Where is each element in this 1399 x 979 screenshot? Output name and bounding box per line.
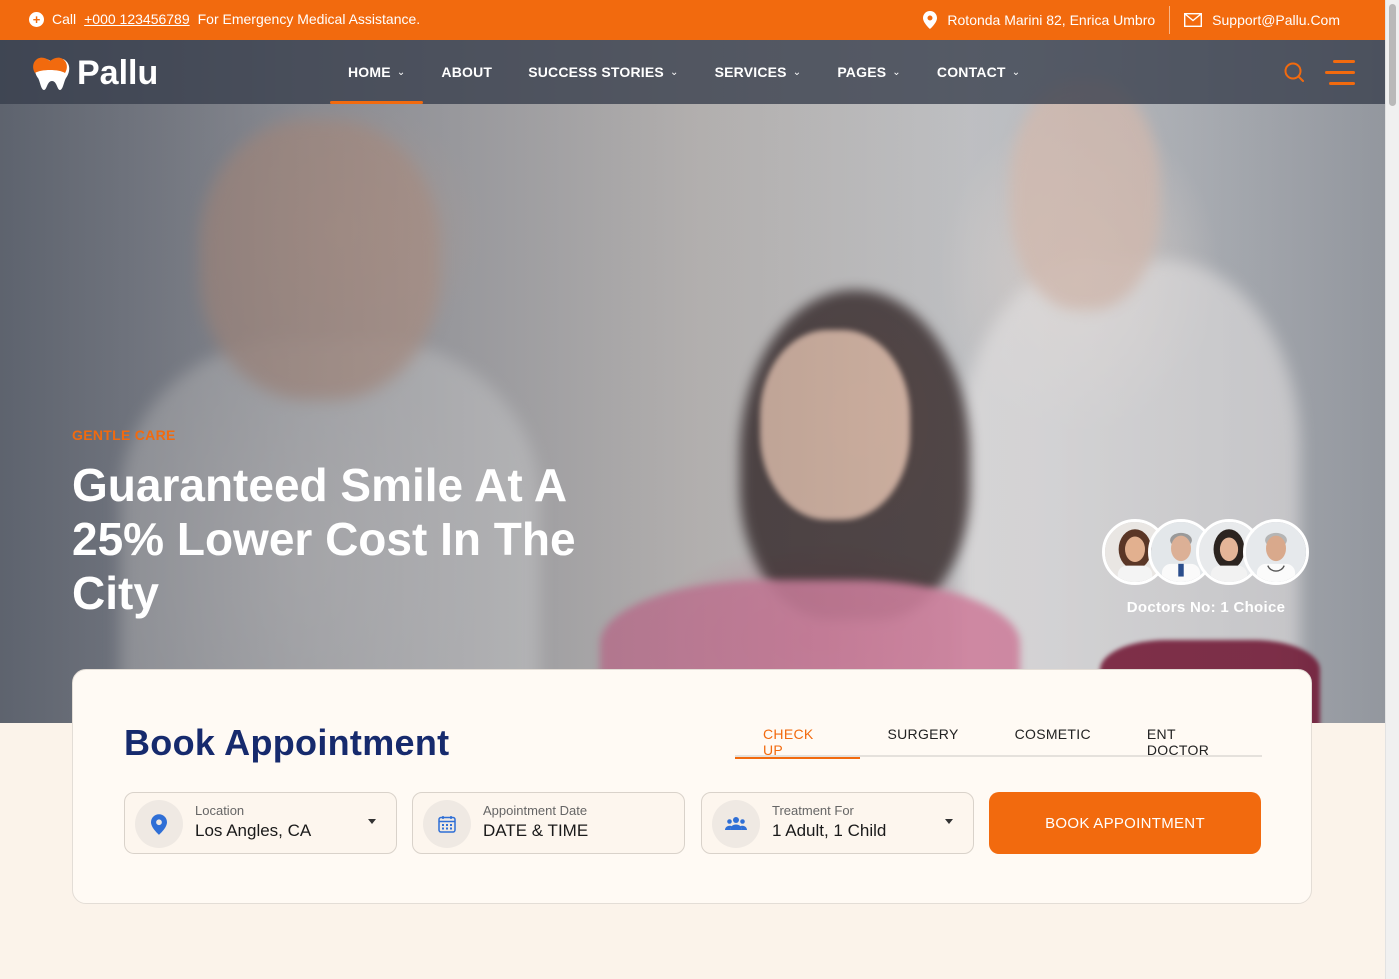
chevron-down-icon: ⌄ — [396, 66, 406, 78]
location-label: Location — [195, 803, 245, 818]
book-appointment-button[interactable]: BOOK APPOINTMENT — [989, 792, 1261, 854]
chevron-down-icon: ⌄ — [1011, 66, 1021, 78]
chevron-down-icon: ⌄ — [792, 66, 802, 78]
users-icon — [725, 817, 747, 830]
treatment-value: 1 Adult, 1 Child — [772, 821, 887, 840]
tooth-logo-icon — [33, 57, 70, 90]
mail-icon — [1184, 13, 1203, 27]
hero-eyebrow: GENTLE CARE — [72, 427, 176, 443]
hero-image — [0, 40, 1385, 723]
location-pin-icon — [151, 813, 167, 835]
calendar-icon — [438, 816, 456, 833]
hero-headline: Guaranteed Smile At A 25% Lower Cost In … — [72, 459, 576, 619]
menu-icon[interactable] — [1325, 58, 1355, 88]
date-label: Appointment Date — [483, 803, 588, 818]
tab-check-up[interactable]: CHECK UP — [735, 720, 860, 759]
caret-down-icon — [368, 819, 376, 824]
nav-item-contact[interactable]: CONTACT ⌄ — [919, 40, 1038, 104]
doctors-label: Doctors No: 1 Choice — [1126, 599, 1286, 616]
avatar — [1243, 519, 1309, 585]
nav-item-success-stories[interactable]: SUCCESS STORIES ⌄ — [510, 40, 696, 104]
top-bar: + Call +000 123456789 For Emergency Medi… — [0, 0, 1385, 40]
doctor-avatars — [1102, 519, 1322, 587]
nav-about-label: ABOUT — [441, 64, 493, 80]
email-link[interactable]: Support@Pallu.Com — [1212, 12, 1340, 28]
search-icon[interactable] — [1284, 62, 1304, 82]
nav-success-stories-label: SUCCESS STORIES — [528, 64, 664, 80]
treatment-tabs: CHECK UP SURGERY COSMETIC ENT DOCTOR — [735, 720, 1262, 759]
brand-name: Pallu — [77, 54, 159, 92]
treatment-select[interactable]: Treatment For 1 Adult, 1 Child — [701, 792, 974, 854]
call-suffix: For Emergency Medical Assistance. — [197, 11, 421, 27]
nav-item-pages[interactable]: PAGES ⌄ — [819, 40, 919, 104]
nav-item-about[interactable]: ABOUT — [423, 40, 510, 104]
users-icon-wrap — [712, 800, 760, 848]
location-icon-wrap — [135, 800, 183, 848]
scrollbar-thumb[interactable] — [1389, 4, 1396, 106]
call-prefix: Call — [52, 11, 77, 27]
email-item[interactable]: Support@Pallu.Com — [1170, 12, 1354, 28]
main-navbar: Pallu HOME ⌄ ABOUT SUCCESS STORIES ⌄ SERVI… — [0, 40, 1385, 104]
emergency-call: + Call +000 123456789 For Emergency Medi… — [29, 11, 420, 27]
booking-title: Book Appointment — [124, 722, 450, 763]
page-scrollbar[interactable] — [1385, 0, 1399, 979]
map-pin-icon — [923, 11, 938, 29]
tab-cosmetic[interactable]: COSMETIC — [987, 720, 1119, 757]
date-value: DATE & TIME — [483, 821, 589, 840]
address-item: Rotonda Marini 82, Enrica Umbro — [909, 11, 1169, 29]
phone-link[interactable]: +000 123456789 — [84, 11, 190, 27]
brand-logo[interactable]: Pallu — [31, 54, 158, 93]
calendar-icon-wrap — [423, 800, 471, 848]
nav-services-label: SERVICES — [714, 64, 787, 80]
chevron-down-icon: ⌄ — [892, 66, 901, 78]
caret-down-icon — [945, 819, 953, 824]
plus-circle-icon: + — [29, 11, 44, 27]
booking-card: Book Appointment CHECK UP SURGERY COSMET… — [72, 669, 1312, 904]
nav-contact-label: CONTACT — [936, 64, 1006, 80]
address-text: Rotonda Marini 82, Enrica Umbro — [947, 12, 1156, 28]
nav-pages-label: PAGES — [837, 64, 887, 80]
location-value: Los Angles, CA — [195, 821, 312, 840]
primary-nav: HOME ⌄ ABOUT SUCCESS STORIES ⌄ SERVICES ⌄ P… — [330, 40, 1038, 104]
chevron-down-icon: ⌄ — [669, 66, 679, 78]
nav-home-label: HOME — [348, 64, 391, 80]
tab-surgery[interactable]: SURGERY — [860, 720, 987, 757]
date-picker[interactable]: Appointment Date DATE & TIME — [412, 792, 685, 854]
treatment-label: Treatment For — [772, 803, 854, 818]
nav-item-services[interactable]: SERVICES ⌄ — [697, 40, 820, 104]
nav-item-home[interactable]: HOME ⌄ — [330, 40, 424, 104]
tab-ent-doctor[interactable]: ENT DOCTOR — [1119, 720, 1262, 758]
location-select[interactable]: Location Los Angles, CA — [124, 792, 397, 854]
